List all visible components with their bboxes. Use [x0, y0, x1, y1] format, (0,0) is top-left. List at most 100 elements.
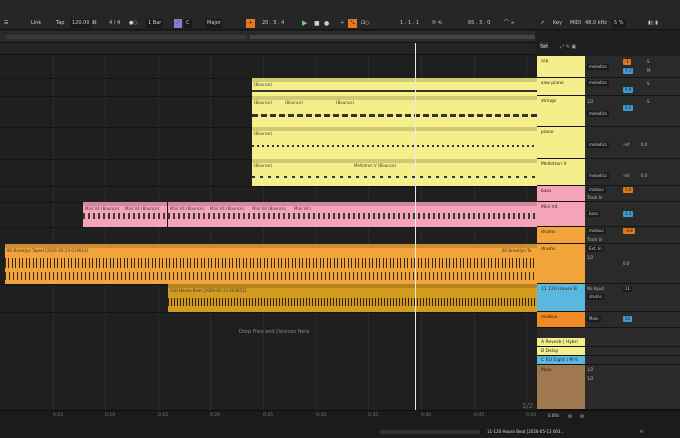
track-name[interactable]: strings	[541, 99, 556, 104]
track-number[interactable]: 11	[623, 286, 633, 292]
track-name[interactable]: Main	[541, 368, 552, 373]
scale-toggle[interactable]: ⟋	[174, 19, 182, 28]
output-select[interactable]: melodics	[587, 142, 609, 148]
output-select[interactable]: mixbus	[587, 187, 606, 193]
pan-field[interactable]: -4.8	[623, 228, 635, 234]
scale-select[interactable]: Major	[205, 19, 223, 28]
key-map-button[interactable]: Key	[553, 19, 562, 28]
piano-clip[interactable]: (Bounce)	[252, 127, 537, 159]
track-name[interactable]: piano	[541, 130, 553, 135]
return-name[interactable]: C EQ Eight | M-S	[541, 358, 578, 363]
track-header-drums[interactable]: drums Ext. In 1/2 0.0	[537, 244, 680, 284]
header-tools-icon[interactable]: ⤢ ✎ ▣	[560, 44, 576, 50]
pan-field[interactable]: 5.6	[623, 187, 634, 193]
output-select[interactable]: melodics	[587, 80, 609, 86]
return-a[interactable]: A Reverb | Hybri	[537, 338, 680, 347]
metronome-icon[interactable]: ⦀⦀	[92, 19, 96, 28]
main-output-b[interactable]: 1/2	[587, 376, 593, 381]
track-name[interactable]: arp	[541, 59, 548, 64]
pan-field[interactable]: 0.0	[641, 142, 647, 147]
return-b[interactable]: B Delay	[537, 347, 680, 356]
track-header-piano[interactable]: piano melodics -inf 0.0	[537, 127, 680, 159]
track-name[interactable]: Mini V4	[541, 205, 558, 210]
track-name[interactable]: drums	[541, 247, 555, 252]
output-select[interactable]: Main	[587, 316, 601, 322]
mellotron-clip[interactable]: (Bounce) Mellotron V (Bounce)	[252, 159, 537, 186]
track-name[interactable]: Mellotron V	[541, 162, 567, 167]
return-name[interactable]: B Delay	[541, 349, 558, 354]
time-signature[interactable]: 4 / 4	[109, 19, 120, 28]
input-select[interactable]: Track In	[587, 237, 602, 242]
tempo-field[interactable]: 120.00	[70, 19, 92, 28]
track-header-house-beat[interactable]: 11 120 House B No Input drums 11	[537, 284, 680, 312]
mini-scrollbar[interactable]	[380, 430, 480, 434]
stop-button[interactable]: ■	[314, 19, 320, 28]
arrangement-position[interactable]: 20 . 3 . 4	[262, 19, 284, 28]
volume-field[interactable]: -inf	[623, 173, 630, 178]
track-header-mini-v4[interactable]: Mini V4 bass 3.3	[537, 202, 680, 227]
arrangement-view[interactable]: (Bounce) (Bounce) (Bounce) (Bounce) (Bou…	[0, 56, 537, 410]
output-select[interactable]: bass	[587, 211, 601, 217]
pan-field[interactable]: 7.7	[623, 68, 634, 74]
strings-clip[interactable]: (Bounce) (Bounce) (Bounce)	[252, 96, 537, 127]
zoom-field[interactable]: 0.00s	[546, 413, 561, 419]
key-select[interactable]: C	[184, 19, 192, 28]
return-name[interactable]: A Reverb | Hybri	[541, 340, 578, 345]
mute-button[interactable]: M	[647, 68, 650, 73]
output-select[interactable]: drums	[587, 294, 604, 300]
track-name[interactable]: bass	[541, 189, 551, 194]
output-select[interactable]: melodics	[587, 64, 609, 70]
record-quant-icon[interactable]: ●○	[129, 19, 138, 28]
mini-v4-clip-b[interactable]: Mini V4 (Bounce) Mini V4 (Bounce) Mini V…	[168, 202, 537, 227]
pan-field[interactable]: 5.2	[623, 105, 634, 111]
track-name[interactable]: 11 120 House B	[541, 287, 577, 292]
input-channel[interactable]: 1/2	[587, 255, 593, 260]
track-name[interactable]: mixbus	[541, 315, 557, 320]
input-type-select[interactable]: Ext. In	[587, 246, 604, 252]
write-button[interactable]: W	[568, 414, 572, 419]
solo-button[interactable]: S	[647, 81, 650, 86]
output-select[interactable]: melodics	[587, 111, 609, 117]
pan-field[interactable]: 9.9	[623, 87, 634, 93]
brooklyn-drums-clip[interactable]: 80 Brooklyn Taped [2026-05-13 014014] 80…	[5, 244, 537, 284]
midi-map-button[interactable]: MIDI	[570, 19, 581, 28]
pan-field[interactable]: 3.3	[623, 211, 634, 217]
pan-field[interactable]: 0.0	[623, 261, 629, 266]
track-header-mellotron[interactable]: Mellotron V melodics -inf 0.0	[537, 159, 680, 186]
arrangement-overview[interactable]	[0, 31, 535, 43]
record-button[interactable]: ●	[324, 19, 329, 28]
playhead[interactable]	[415, 43, 416, 413]
write-button-2[interactable]: W	[580, 414, 584, 419]
tap-button[interactable]: Tap	[56, 19, 64, 28]
saw-piano-clip[interactable]: (Bounce)	[252, 78, 537, 96]
input-channel[interactable]: 1/2	[587, 99, 593, 104]
overdub-icon[interactable]: +	[340, 19, 344, 28]
link-button[interactable]: Link	[31, 19, 41, 28]
track-number[interactable]: 12	[623, 316, 633, 322]
input-select[interactable]: Track In	[587, 195, 602, 200]
loop-toggle[interactable]: ⟳ ⟲	[432, 19, 442, 28]
track-header-bass[interactable]: bass mixbus Track In 5.6	[537, 186, 680, 202]
track-header-mixbus[interactable]: mixbus Main 12	[537, 312, 680, 328]
track-header-arp[interactable]: arp melodics -1 7.7 S M	[537, 56, 680, 78]
main-output-a[interactable]: 1/2	[587, 367, 593, 372]
quantize-select[interactable]: 1 Bar	[146, 19, 164, 28]
track-name[interactable]: saw piano	[541, 81, 564, 86]
draw-mode-icon[interactable]: ⌒ ≈	[504, 19, 515, 28]
automation-arm-button[interactable]: +	[246, 19, 255, 28]
output-select[interactable]: melodics	[587, 173, 609, 179]
track-header-saw-piano[interactable]: saw piano melodics 9.9 S	[537, 78, 680, 96]
pan-field[interactable]: 0.0	[641, 173, 647, 178]
loop-icon[interactable]: ⊡○	[361, 19, 370, 28]
track-header-main[interactable]: Main 1/2 1/2	[537, 365, 680, 410]
follow-icon[interactable]: ↗	[540, 19, 544, 28]
input-select[interactable]: No Input	[587, 286, 604, 291]
loop-length-field[interactable]: 65 . 3 . 0	[468, 19, 490, 28]
mini-v4-clip-a[interactable]: Mini V4 (Bounce) Mini V4 (Bounce)	[83, 202, 167, 227]
help-icon[interactable]: H	[640, 429, 643, 434]
track-header-drums-group[interactable]: drums mixbus Track In -4.8	[537, 227, 680, 244]
solo-button[interactable]: S	[647, 99, 650, 104]
time-ruler[interactable]: Set	[0, 43, 547, 55]
loop-start-field[interactable]: 1 . 1 . 1	[400, 19, 419, 28]
solo-button[interactable]: S	[647, 59, 650, 64]
